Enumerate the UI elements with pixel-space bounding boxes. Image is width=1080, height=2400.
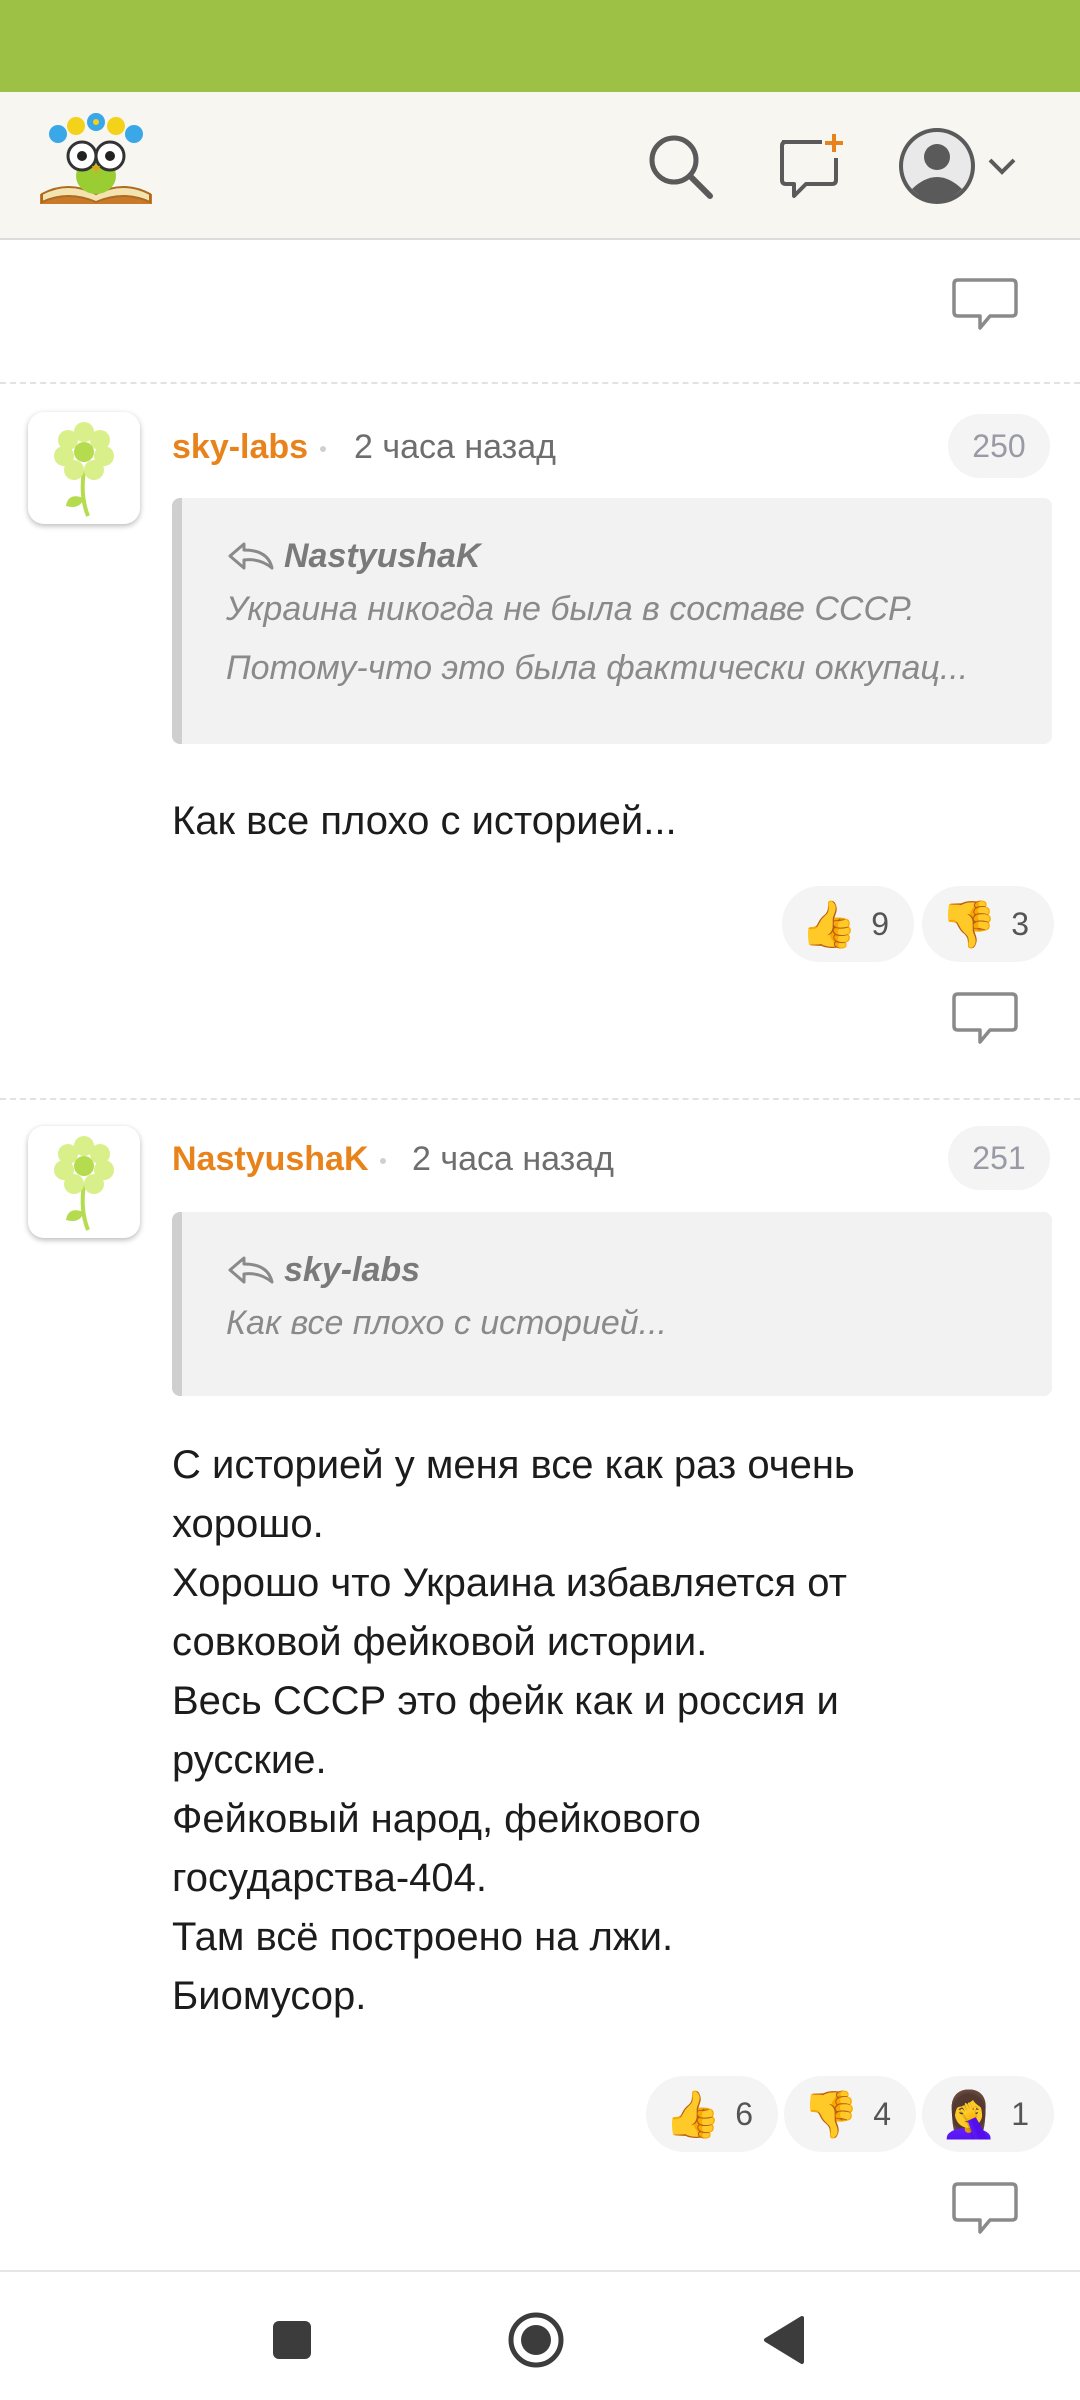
comment-author[interactable]: NastyushaK [172,1140,369,1179]
home-circle-icon [508,2312,564,2368]
quote-text-line: Украина никогда не была в составе СССР. [226,590,915,628]
comment-bubble-icon [952,2182,1018,2234]
quote-text-line: Как все плохо с историей... [226,1304,668,1342]
reply-button[interactable] [950,274,1020,334]
avatar[interactable] [28,1126,140,1238]
comments-feed[interactable]: sky-labs 2 часа назад 250 NastyushaK Укр… [0,242,1080,2268]
comment-body: С историей у меня все как раз очень хоро… [172,1436,1032,2026]
separator-dot [380,1158,386,1164]
facepalm-reaction[interactable]: 🤦‍♀️ 1 [922,2076,1054,2152]
separator-dot [320,446,326,452]
avatar[interactable] [28,412,140,524]
new-message-icon [780,134,843,198]
reply-button[interactable] [950,2178,1020,2238]
book-owl-logo[interactable] [34,110,158,222]
thumbs-up-icon: 👍 [664,2088,722,2140]
comment-text-line: совковой фейковой истории. [172,1620,708,1664]
quote-author: sky-labs [226,1246,1012,1294]
comment-bubble-icon [952,278,1018,330]
quote-author: NastyushaK [226,532,1012,580]
reply-button[interactable] [950,988,1020,1048]
new-message-button[interactable] [768,122,856,210]
square-icon [273,2321,311,2359]
quote-author-name: NastyushaK [284,536,481,575]
reaction-count: 3 [1011,905,1030,942]
recent-apps-button[interactable] [252,2300,332,2380]
flower-avatar-icon [54,1136,114,1231]
comment-time[interactable]: 2 часа назад [354,428,556,467]
comment-body: Как все плохо с историей... [172,792,1032,851]
comment-text-line: русские. [172,1738,327,1782]
reaction-count: 9 [871,905,890,942]
comment-text-line: Весь СССР это фейк как и россия и [172,1679,839,1723]
dislike-reaction[interactable]: 👎 3 [922,886,1054,962]
facepalm-icon: 🤦‍♀️ [940,2088,998,2140]
comment-card: NastyushaK 2 часа назад 251 sky-labs Как… [0,1100,1080,2120]
comment-text-line: С историей у меня все как раз очень [172,1443,855,1487]
quoted-message[interactable]: NastyushaK Украина никогда не была в сос… [172,498,1052,744]
comment-text-line: Там всё построено на лжи. [172,1915,674,1959]
comment-card: sky-labs 2 часа назад 250 NastyushaK Укр… [0,384,1080,954]
comment-text-line: Как все плохо с историей... [172,799,677,843]
reaction-count: 6 [735,2095,754,2132]
home-button[interactable] [496,2300,576,2380]
comment-text-line: государства-404. [172,1856,487,1900]
thumbs-down-icon: 👎 [940,898,998,950]
comment-bubble-icon [952,992,1018,1044]
search-icon [649,135,713,199]
comment-author[interactable]: sky-labs [172,428,308,467]
reply-arrow-icon [228,542,274,570]
reaction-count: 1 [1011,2095,1030,2132]
comment-text-line: Биомусор. [172,1974,367,2018]
comment-text-line: хорошо. [172,1502,324,1546]
thumbs-down-icon: 👎 [802,2088,860,2140]
comment-number-badge[interactable]: 251 [948,1126,1050,1190]
status-bar [0,0,1080,92]
comment-text-line: Фейковый народ, фейкового [172,1797,701,1841]
app-header [0,92,1080,240]
flower-avatar-icon [54,422,114,517]
reaction-count: 4 [873,2095,892,2132]
dislike-reaction[interactable]: 👎 4 [784,2076,916,2152]
reply-arrow-icon [228,1256,274,1284]
comment-time[interactable]: 2 часа назад [412,1140,614,1179]
like-reaction[interactable]: 👍 9 [782,886,914,962]
back-button[interactable] [744,2300,824,2380]
search-button[interactable] [636,122,724,210]
quote-text-line: Потому-что это была фактически оккупац..… [226,649,969,687]
user-menu-button[interactable] [896,122,1020,210]
comment-text-line: Хорошо что Украина избавляется от [172,1561,847,1605]
thumbs-up-icon: 👍 [800,898,858,950]
chevron-down-icon [988,158,1016,175]
like-reaction[interactable]: 👍 6 [646,2076,778,2152]
comment-number-badge[interactable]: 250 [948,414,1050,478]
quoted-message[interactable]: sky-labs Как все плохо с историей... [172,1212,1052,1396]
back-triangle-icon [764,2316,804,2364]
system-nav-bar [0,2270,1080,2400]
quote-author-name: sky-labs [284,1250,421,1289]
user-avatar-icon [899,128,975,204]
